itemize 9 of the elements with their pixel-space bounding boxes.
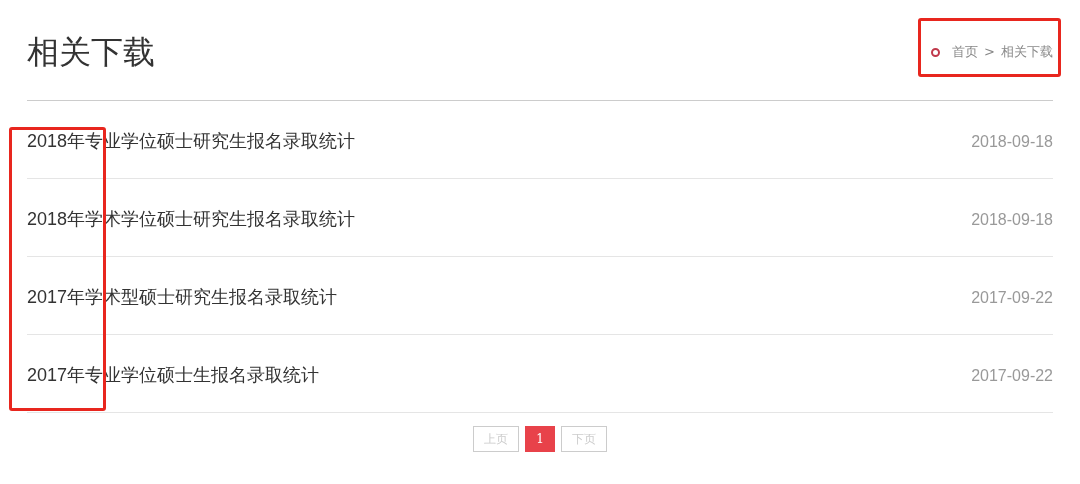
page-title: 相关下载	[27, 33, 155, 72]
breadcrumb-link[interactable]: 相关下载	[1001, 42, 1053, 62]
date-text: 2018-09-18	[971, 209, 1053, 230]
date-text: 2017-09-22	[971, 365, 1053, 386]
date-text: 2017-09-22	[971, 287, 1053, 308]
date-text: 2018-09-18	[971, 131, 1053, 152]
current-page-button[interactable]: 1	[525, 426, 555, 452]
breadcrumb-separator: >	[984, 43, 995, 62]
breadcrumb-link[interactable]: 首页	[952, 42, 979, 62]
